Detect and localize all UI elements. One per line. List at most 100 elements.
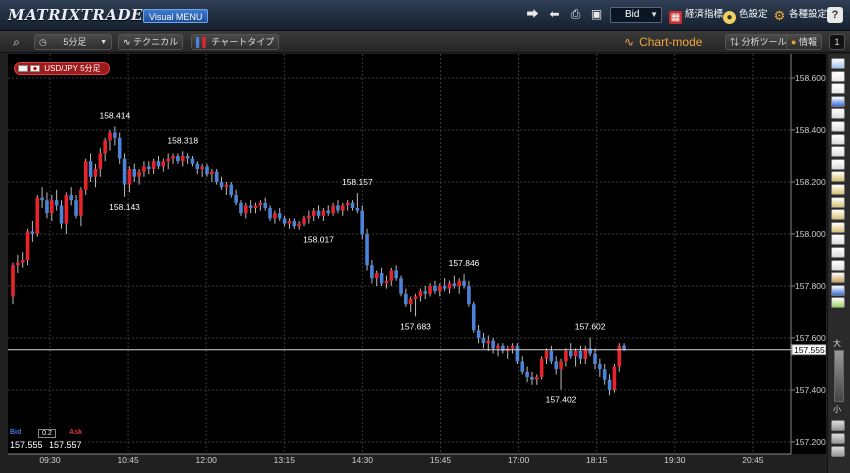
candle-up[interactable] [137, 171, 141, 177]
candle-up[interactable] [447, 283, 452, 289]
chart-type-button[interactable]: ▌▌ チャートタイプ [191, 34, 280, 50]
palette-extra-button[interactable] [831, 446, 845, 457]
candle-down[interactable] [117, 137, 122, 159]
drawing-tool-button[interactable] [831, 247, 845, 258]
palette-extra-button[interactable] [831, 433, 845, 444]
candle-down[interactable] [205, 166, 209, 175]
candle-up[interactable] [25, 231, 30, 260]
candle-down[interactable] [568, 351, 573, 357]
print-icon[interactable]: ⎙ [567, 7, 584, 22]
candle-up[interactable] [389, 270, 394, 281]
candle-up[interactable] [496, 345, 500, 349]
candle-down[interactable] [433, 286, 437, 292]
chart-canvas[interactable]: 158.600 158.400 158.200 158.000 157.800 157.6… [0, 54, 826, 473]
candle-down[interactable] [156, 161, 161, 167]
candle-down[interactable] [515, 345, 520, 362]
candle-down[interactable] [326, 210, 331, 214]
candle-up[interactable] [307, 215, 311, 219]
drawing-tool-button[interactable] [831, 171, 845, 183]
candle-up[interactable] [413, 296, 418, 299]
candle-up[interactable] [287, 221, 292, 224]
candle-up[interactable] [297, 223, 301, 227]
drawing-tool-button[interactable] [831, 221, 845, 233]
candle-down[interactable] [176, 156, 180, 162]
candle-up[interactable] [93, 169, 98, 177]
candle-up[interactable] [79, 189, 83, 216]
candle-down[interactable] [578, 351, 583, 359]
candle-down[interactable] [336, 205, 340, 211]
candle-down[interactable] [588, 348, 592, 354]
zoom-out-label[interactable]: 小 [833, 404, 841, 415]
candle-up[interactable] [151, 161, 156, 169]
candle-down[interactable] [350, 202, 355, 208]
candle-up[interactable] [210, 171, 214, 175]
candle-down[interactable] [40, 197, 44, 201]
economic-indicators-button[interactable]: ▦ 経済指標 [669, 7, 723, 24]
candle-up[interactable] [180, 156, 185, 162]
candle-up[interactable] [50, 200, 54, 214]
price-chart[interactable]: 158.600 158.400 158.200 158.000 157.800 157.6… [0, 54, 850, 473]
candle-down[interactable] [525, 371, 529, 377]
candle-up[interactable] [573, 351, 578, 357]
drawing-tool-button[interactable] [831, 284, 845, 296]
candle-down[interactable] [248, 205, 253, 208]
candle-up[interactable] [273, 213, 277, 219]
candle-down[interactable] [598, 364, 602, 370]
candle-up[interactable] [16, 262, 20, 266]
drawing-tool-button[interactable] [831, 58, 845, 69]
candle-up[interactable] [253, 205, 258, 208]
candle-up[interactable] [83, 161, 88, 190]
candle-down[interactable] [607, 379, 612, 390]
zoom-in-label[interactable]: 大 [833, 338, 841, 349]
candle-down[interactable] [229, 184, 234, 195]
candle-up[interactable] [457, 280, 461, 286]
candle-up[interactable] [161, 161, 166, 167]
candle-down[interactable] [491, 340, 495, 349]
candle-down[interactable] [530, 377, 534, 380]
candle-down[interactable] [113, 132, 117, 138]
candle-down[interactable] [45, 200, 49, 214]
candle-down[interactable] [268, 208, 272, 219]
candle-down[interactable] [54, 200, 59, 206]
zoom-slider[interactable] [834, 350, 844, 402]
save-layout-icon[interactable]: ⮕ [524, 7, 541, 22]
candle-down[interactable] [355, 208, 360, 211]
candle-down[interactable] [219, 182, 224, 188]
symbol-tag[interactable]: USD/JPY 5分足 [14, 62, 110, 75]
candle-down[interactable] [360, 210, 364, 234]
info-button[interactable]: ● 情報 [786, 34, 822, 50]
candle-up[interactable] [166, 158, 170, 162]
candle-down[interactable] [132, 169, 137, 177]
candle-down[interactable] [602, 369, 607, 380]
candle-up[interactable] [438, 286, 442, 292]
ask-price[interactable]: 157.557 [49, 440, 82, 450]
drawing-tool-button[interactable] [831, 95, 845, 107]
candle-up[interactable] [20, 260, 25, 263]
candle-down[interactable] [277, 213, 282, 219]
drawing-tool-button[interactable] [831, 121, 845, 132]
candle-up[interactable] [617, 345, 622, 367]
candle-up[interactable] [244, 205, 248, 214]
candle-up[interactable] [384, 280, 389, 284]
candle-up[interactable] [345, 202, 350, 206]
candle-up[interactable] [428, 286, 432, 294]
candle-down[interactable] [88, 161, 93, 177]
candle-up[interactable] [103, 140, 107, 154]
candle-down[interactable] [122, 158, 127, 185]
candle-up[interactable] [127, 169, 132, 185]
candle-up[interactable] [200, 166, 204, 169]
candle-down[interactable] [214, 171, 219, 182]
analysis-tools-button[interactable]: ⇅ 分析ツール [725, 34, 792, 50]
candle-up[interactable] [108, 132, 112, 141]
candle-up[interactable] [539, 358, 544, 377]
candle-down[interactable] [147, 166, 151, 169]
candle-down[interactable] [239, 202, 243, 214]
candle-down[interactable] [394, 270, 398, 279]
drawing-tool-button[interactable] [831, 259, 845, 271]
candle-up[interactable] [535, 377, 539, 380]
drawing-tool-button[interactable] [831, 133, 845, 145]
candle-down[interactable] [622, 345, 626, 350]
candle-up[interactable] [612, 366, 617, 390]
load-layout-icon[interactable]: ⬅ [546, 7, 563, 22]
candle-down[interactable] [501, 345, 505, 351]
